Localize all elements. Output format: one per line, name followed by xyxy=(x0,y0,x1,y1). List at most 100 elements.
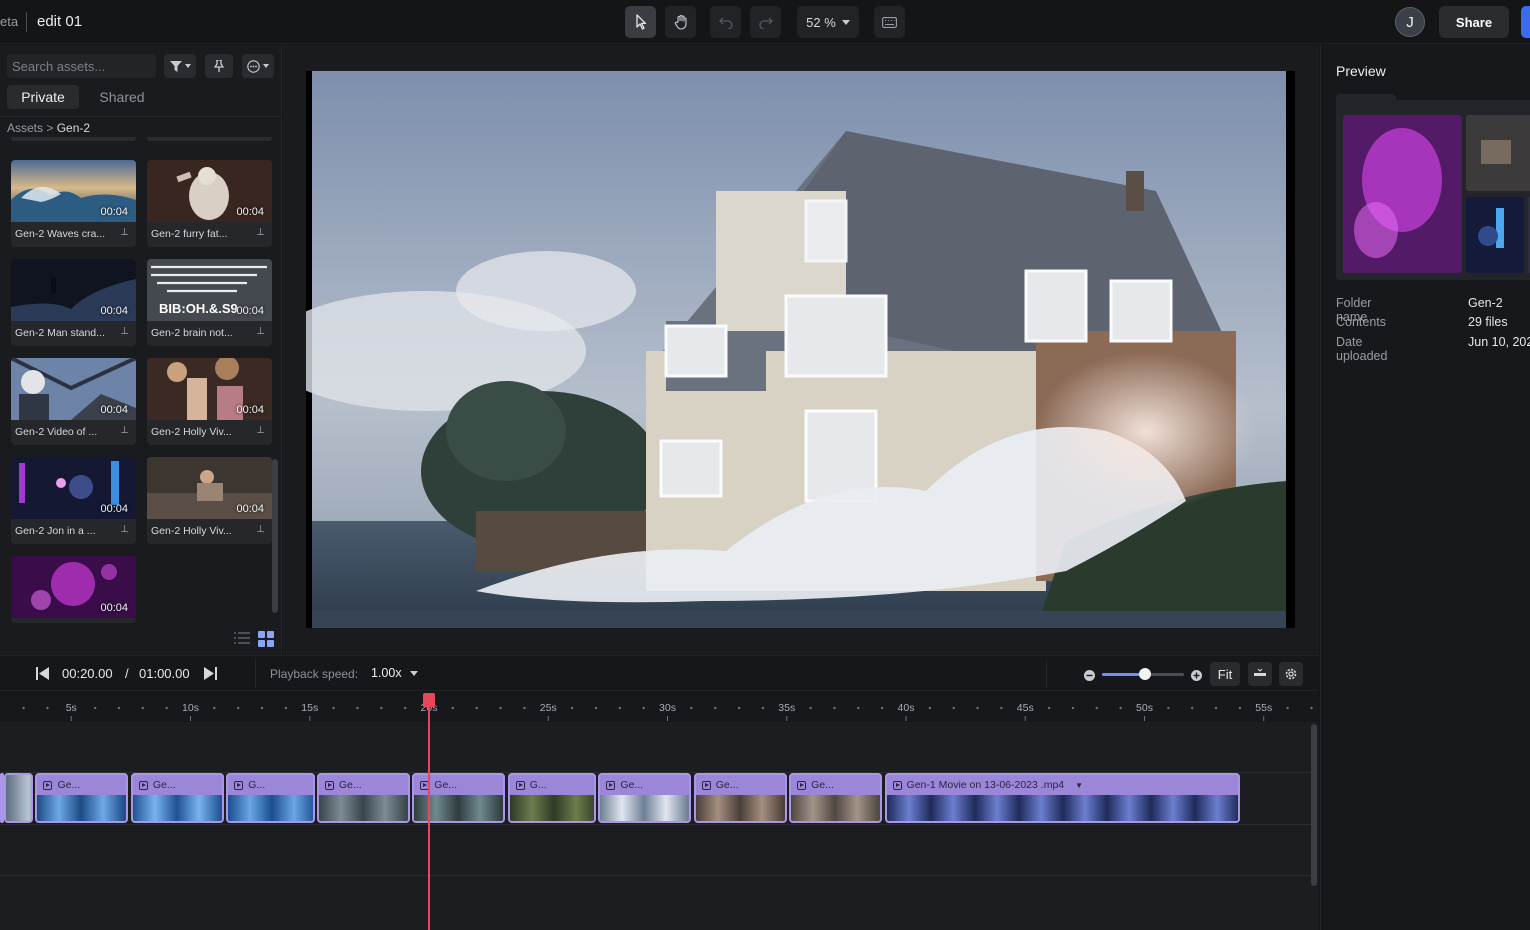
timeline-clip[interactable]: Ge... xyxy=(130,773,224,823)
contents-label: Contents xyxy=(1336,315,1387,329)
timeline-settings-button[interactable] xyxy=(1279,662,1303,686)
playhead[interactable] xyxy=(428,704,430,930)
hand-tool-button[interactable] xyxy=(665,6,696,38)
user-avatar[interactable]: J xyxy=(1395,7,1425,37)
skip-to-start-button[interactable] xyxy=(36,667,49,685)
playback-speed-dropdown[interactable]: 1.00x xyxy=(371,666,421,682)
ruler-dot xyxy=(690,706,693,710)
video-clip-icon xyxy=(234,780,244,790)
timeline-clip[interactable]: G... xyxy=(507,773,596,823)
share-button[interactable]: Share xyxy=(1439,6,1509,38)
pin-icon[interactable]: ⊥ xyxy=(120,425,129,436)
asset-name: Gen-2 Man stand... xyxy=(15,327,105,339)
more-options-button[interactable] xyxy=(242,54,274,78)
pin-icon[interactable]: ⊥ xyxy=(256,524,265,535)
ruler-dot xyxy=(141,706,144,710)
ruler-dot xyxy=(976,706,979,710)
ruler-ticks: 5s10s15s20s25s30s35s40s45s50s55s xyxy=(22,702,1313,721)
chevron-down-icon[interactable]: ▼ xyxy=(1075,781,1083,790)
filter-button[interactable] xyxy=(164,54,196,78)
asset-card[interactable]: BIB:OH.&.S9 00:04 Gen-2 brain not... ⊥ xyxy=(147,259,272,346)
ruler-dot xyxy=(1167,706,1170,710)
video-clip-icon xyxy=(43,780,53,790)
assets-scrollbar[interactable] xyxy=(272,459,278,613)
asset-card[interactable]: 00:04 Gen-2 Video of ... ⊥ xyxy=(11,358,136,445)
asset-grid: 00:04 Gen-2 Waves cra... ⊥ 00:04 Gen-2 f… xyxy=(0,137,272,623)
asset-card[interactable]: 00:04 Gen-2 Holly Viv... ⊥ xyxy=(147,358,272,445)
pin-icon[interactable]: ⊥ xyxy=(256,326,265,337)
pin-icon[interactable]: ⊥ xyxy=(256,425,265,436)
search-input[interactable] xyxy=(7,54,156,78)
ruler-tick xyxy=(190,716,191,721)
asset-card[interactable]: 00:04 Gen-2 Waves cra... ⊥ xyxy=(11,160,136,247)
pin-icon xyxy=(214,60,224,72)
breadcrumb-root[interactable]: Assets xyxy=(7,121,43,135)
list-view-button[interactable] xyxy=(234,631,250,650)
video-clip-icon xyxy=(892,780,902,790)
timeline-clip[interactable]: Gen-1 Movie on 13-06-2023 .mp4 ▼ xyxy=(884,773,1240,823)
ruler-dot xyxy=(761,706,765,710)
video-track[interactable]: Ge... Ge... G... Ge... Ge... G... Ge... Ge... Ge… xyxy=(0,773,1290,823)
keyboard-shortcuts-button[interactable] xyxy=(874,6,905,38)
video-frame[interactable] xyxy=(306,71,1295,628)
asset-card[interactable]: 00:04 xyxy=(11,556,136,623)
video-clip-icon xyxy=(324,780,334,790)
timeline-clip[interactable] xyxy=(0,773,4,823)
asset-card-partial xyxy=(147,137,272,141)
ruler-dot xyxy=(1191,706,1194,710)
timeline-clip[interactable]: Ge... xyxy=(412,773,506,823)
clip-filmstrip xyxy=(509,795,594,821)
timeline-clip[interactable]: Ge... xyxy=(316,773,410,823)
video-clip-icon xyxy=(606,780,616,790)
asset-card[interactable]: 00:04 Gen-2 Holly Viv... ⊥ xyxy=(147,457,272,544)
asset-card[interactable]: 00:04 Gen-2 Jon in a ... ⊥ xyxy=(11,457,136,544)
clip-label: Gen-1 Movie on 13-06-2023 .mp4 ▼ xyxy=(892,779,1083,791)
ruler-dot xyxy=(22,706,25,710)
clip-name: Ge... xyxy=(152,779,176,791)
grid-view-button[interactable] xyxy=(258,631,274,652)
project-title[interactable]: edit 01 xyxy=(37,13,82,30)
select-tool-button[interactable] xyxy=(625,6,656,38)
clip-label: Ge... xyxy=(797,779,834,791)
pin-icon[interactable]: ⊥ xyxy=(256,227,265,238)
pin-filter-button[interactable] xyxy=(205,54,233,78)
asset-card[interactable]: 00:04 Gen-2 furry fat... ⊥ xyxy=(147,160,272,247)
timeline-clip[interactable] xyxy=(4,773,34,823)
timeline-scrollbar[interactable] xyxy=(1311,724,1317,886)
timeline-ruler[interactable]: 5s10s15s20s25s30s35s40s45s50s55s xyxy=(0,692,1319,722)
timeline-clip[interactable]: Ge... xyxy=(789,773,883,823)
folder-preview[interactable] xyxy=(1336,94,1530,280)
pin-icon[interactable]: ⊥ xyxy=(120,227,129,238)
ruler-label: 50s xyxy=(1136,702,1153,714)
pin-icon[interactable]: ⊥ xyxy=(120,326,129,337)
ruler-dot xyxy=(523,706,526,710)
timeline-tracks[interactable] xyxy=(0,722,1319,930)
collapse-tracks-button[interactable] xyxy=(1248,662,1272,686)
tab-shared[interactable]: Shared xyxy=(89,85,155,109)
tab-private[interactable]: Private xyxy=(7,85,79,109)
duration-label: 00:04 xyxy=(100,206,128,218)
asset-name: Gen-2 Holly Viv... xyxy=(151,426,232,438)
zoom-in-button[interactable] xyxy=(1191,668,1202,686)
undo-button[interactable] xyxy=(710,6,741,38)
ruler-dot xyxy=(117,706,121,710)
properties-panel: Preview Folder name Gen-2 Contents 29 fi… xyxy=(1320,45,1530,930)
timeline-clip[interactable]: Ge... xyxy=(693,773,787,823)
clip-filmstrip xyxy=(600,795,690,821)
timeline-clip[interactable]: G... xyxy=(226,773,315,823)
fit-button[interactable]: Fit xyxy=(1210,662,1240,686)
ruler-dot xyxy=(594,706,598,710)
zoom-dropdown[interactable]: 52 % xyxy=(797,6,859,38)
preview-canvas[interactable] xyxy=(283,45,1319,655)
thumb-caption: BIB:OH.&.S9 xyxy=(159,301,238,316)
timeline-zoom-handle[interactable] xyxy=(1138,668,1151,680)
skip-to-end-button[interactable] xyxy=(204,667,217,685)
redo-button[interactable] xyxy=(750,6,781,38)
export-button[interactable] xyxy=(1521,6,1530,38)
pin-icon[interactable]: ⊥ xyxy=(120,524,129,535)
zoom-out-button[interactable] xyxy=(1084,668,1095,686)
asset-card[interactable]: 00:04 Gen-2 Man stand... ⊥ xyxy=(11,259,136,346)
timeline-clip[interactable]: Ge... xyxy=(35,773,129,823)
timeline-clip[interactable]: Ge... xyxy=(598,773,692,823)
duration-label: 00:04 xyxy=(236,503,264,515)
